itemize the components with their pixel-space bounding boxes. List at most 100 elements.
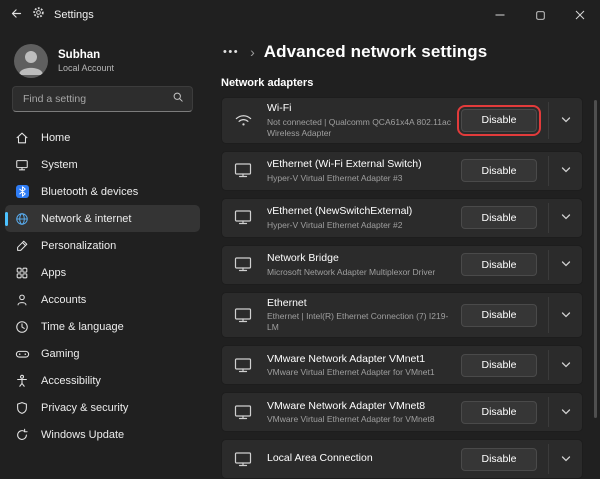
ethernet-adapter-icon xyxy=(234,357,256,374)
adapter-card-vethernet-wifi-external: vEthernet (Wi-Fi External Switch) Hyper-… xyxy=(221,151,583,191)
sidebar-item-privacy-security[interactable]: Privacy & security xyxy=(5,394,200,421)
sidebar: Subhan Local Account Home System Bluetoo… xyxy=(0,30,205,454)
sidebar-item-accounts[interactable]: Accounts xyxy=(5,286,200,313)
adapter-name: VMware Network Adapter VMnet8 xyxy=(267,400,455,414)
network-icon xyxy=(14,212,30,226)
breadcrumb-ellipsis-button[interactable]: ••• xyxy=(221,44,241,60)
sidebar-item-network-internet[interactable]: Network & internet xyxy=(5,205,200,232)
sidebar-item-personalization[interactable]: Personalization xyxy=(5,232,200,259)
sidebar-item-label: Apps xyxy=(41,267,66,279)
home-icon xyxy=(14,131,30,145)
disable-button[interactable]: Disable xyxy=(461,401,537,424)
user-account[interactable]: Subhan Local Account xyxy=(0,38,205,86)
breadcrumb: ••• › Advanced network settings xyxy=(221,42,600,62)
sidebar-item-accessibility[interactable]: Accessibility xyxy=(5,367,200,394)
disable-button[interactable]: Disable xyxy=(461,354,537,377)
adapter-description: Not connected | Qualcomm QCA61x4A 802.11… xyxy=(267,117,455,139)
minimize-button[interactable] xyxy=(480,0,520,30)
expand-button[interactable] xyxy=(549,444,582,474)
sidebar-item-home[interactable]: Home xyxy=(5,124,200,151)
ethernet-adapter-icon xyxy=(234,256,256,273)
gear-icon xyxy=(32,6,45,24)
sidebar-item-system[interactable]: System xyxy=(5,151,200,178)
gaming-icon xyxy=(14,347,30,361)
disable-button[interactable]: Disable xyxy=(461,448,537,471)
avatar xyxy=(14,44,48,78)
ethernet-adapter-icon xyxy=(234,307,256,324)
search-icon xyxy=(172,90,184,108)
adapter-name: Wi-Fi xyxy=(267,102,455,116)
maximize-button[interactable] xyxy=(520,0,560,30)
adapter-description: Hyper-V Virtual Ethernet Adapter #2 xyxy=(267,220,455,231)
app-title: Settings xyxy=(54,9,94,21)
time-language-icon xyxy=(14,320,30,334)
user-name: Subhan xyxy=(58,49,114,63)
close-button[interactable] xyxy=(560,0,600,30)
privacy-icon xyxy=(14,401,30,415)
sidebar-item-label: Time & language xyxy=(41,321,124,333)
sidebar-item-label: Bluetooth & devices xyxy=(41,186,138,198)
maximize-icon xyxy=(536,8,545,23)
accessibility-icon xyxy=(14,374,30,388)
adapter-name: vEthernet (Wi-Fi External Switch) xyxy=(267,158,455,172)
expand-button[interactable] xyxy=(549,156,582,186)
chevron-down-icon xyxy=(561,257,571,272)
search-input[interactable] xyxy=(21,92,172,106)
adapter-name: Network Bridge xyxy=(267,252,455,266)
adapter-card-vmnet8: VMware Network Adapter VMnet8 VMware Vir… xyxy=(221,392,583,432)
sidebar-item-gaming[interactable]: Gaming xyxy=(5,340,200,367)
close-icon xyxy=(575,8,585,23)
sidebar-item-label: Accessibility xyxy=(41,375,101,387)
ethernet-adapter-icon xyxy=(234,162,256,179)
accounts-icon xyxy=(14,293,30,307)
sidebar-item-bluetooth[interactable]: Bluetooth & devices xyxy=(5,178,200,205)
settings-window: { "colors": { "accent": "#4cc2ff", "anno… xyxy=(0,0,600,454)
disable-button[interactable]: Disable xyxy=(461,206,537,229)
adapter-card-ethernet: Ethernet Ethernet | Intel(R) Ethernet Co… xyxy=(221,292,583,339)
adapter-description: Ethernet | Intel(R) Ethernet Connection … xyxy=(267,311,455,333)
adapter-description: Hyper-V Virtual Ethernet Adapter #3 xyxy=(267,173,455,184)
adapter-description: VMware Virtual Ethernet Adapter for VMne… xyxy=(267,367,455,378)
chevron-down-icon xyxy=(561,405,571,420)
page-title: Advanced network settings xyxy=(264,42,488,62)
back-button[interactable] xyxy=(10,7,23,23)
scrollbar[interactable] xyxy=(594,100,597,418)
section-label: Network adapters xyxy=(221,77,600,89)
chevron-down-icon xyxy=(561,163,571,178)
personalization-icon xyxy=(14,239,30,253)
expand-button[interactable] xyxy=(549,397,582,427)
adapter-name: vEthernet (NewSwitchExternal) xyxy=(267,205,455,219)
expand-button[interactable] xyxy=(549,203,582,233)
sidebar-item-label: Home xyxy=(41,132,70,144)
system-icon xyxy=(14,158,30,172)
expand-button[interactable] xyxy=(549,297,582,334)
adapter-description: VMware Virtual Ethernet Adapter for VMne… xyxy=(267,414,455,425)
expand-button[interactable] xyxy=(549,102,582,139)
adapter-list: Wi-Fi Not connected | Qualcomm QCA61x4A … xyxy=(221,97,583,479)
chevron-right-icon: › xyxy=(250,45,255,59)
expand-button[interactable] xyxy=(549,350,582,380)
disable-button[interactable]: Disable xyxy=(461,253,537,276)
search-box xyxy=(12,86,193,112)
main-content: ••• › Advanced network settings Network … xyxy=(205,30,600,454)
sidebar-nav: Home System Bluetooth & devices Network … xyxy=(0,124,205,448)
disable-button[interactable]: Disable xyxy=(461,304,537,327)
adapter-card-vethernet-newswitch: vEthernet (NewSwitchExternal) Hyper-V Vi… xyxy=(221,198,583,238)
adapter-card-network-bridge: Network Bridge Microsoft Network Adapter… xyxy=(221,245,583,285)
sidebar-item-label: Accounts xyxy=(41,294,86,306)
sidebar-item-apps[interactable]: Apps xyxy=(5,259,200,286)
sidebar-item-time-language[interactable]: Time & language xyxy=(5,313,200,340)
disable-button[interactable]: Disable xyxy=(461,159,537,182)
chevron-down-icon xyxy=(561,452,571,467)
sidebar-item-windows-update[interactable]: Windows Update xyxy=(5,421,200,448)
chevron-down-icon xyxy=(561,358,571,373)
titlebar: Settings xyxy=(0,0,600,30)
disable-button[interactable]: Disable xyxy=(461,109,537,132)
wifi-icon xyxy=(234,112,256,128)
sidebar-item-label: Personalization xyxy=(41,240,116,252)
sidebar-item-label: Network & internet xyxy=(41,213,131,225)
expand-button[interactable] xyxy=(549,250,582,280)
sidebar-item-label: System xyxy=(41,159,78,171)
sidebar-item-label: Gaming xyxy=(41,348,80,360)
sidebar-item-label: Privacy & security xyxy=(41,402,128,414)
